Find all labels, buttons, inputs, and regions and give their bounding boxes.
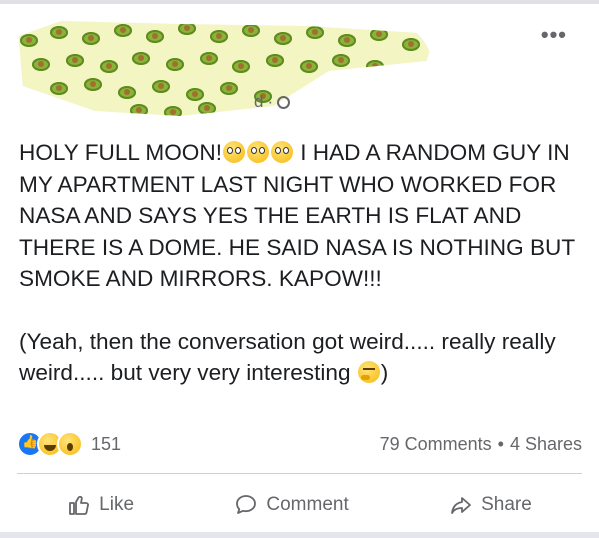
thumbs-up-icon bbox=[69, 495, 90, 515]
post-paragraph-1: HOLY FULL MOON! I HAD A RANDOM GUY IN MY… bbox=[19, 137, 579, 295]
more-options-button[interactable]: ••• bbox=[541, 22, 567, 48]
redacted-name-scribble bbox=[18, 21, 435, 116]
flushed-face-emoji-icon bbox=[222, 141, 245, 163]
like-label: Like bbox=[99, 494, 135, 515]
post-text-start: HOLY FULL MOON! bbox=[19, 140, 222, 165]
post-text-close: ) bbox=[380, 360, 389, 385]
post-timestamp[interactable]: d · bbox=[254, 92, 291, 112]
wow-reaction-icon bbox=[57, 431, 83, 457]
share-arrow-icon bbox=[451, 497, 472, 514]
post-paragraph-2: (Yeah, then the conversation got weird..… bbox=[19, 326, 579, 389]
post-header: d · ••• bbox=[0, 4, 599, 116]
post-stats: 151 79 Comments • 4 Shares bbox=[17, 429, 582, 459]
share-label: Share bbox=[481, 494, 532, 515]
reactions-summary[interactable]: 151 bbox=[17, 431, 121, 457]
like-button[interactable]: Like bbox=[57, 487, 144, 523]
comments-count-link[interactable]: 79 Comments bbox=[380, 434, 492, 455]
flushed-face-emoji-icon bbox=[246, 141, 269, 163]
comment-button[interactable]: Comment bbox=[224, 487, 358, 523]
comment-bubble-icon bbox=[236, 495, 257, 514]
counts-separator: • bbox=[497, 433, 504, 454]
post-actions-bar: Like Comment Share bbox=[17, 484, 582, 526]
thinking-face-emoji-icon bbox=[357, 361, 380, 383]
actions-divider bbox=[17, 473, 582, 474]
share-button[interactable]: Share bbox=[439, 487, 542, 523]
timestamp-text: d bbox=[254, 92, 264, 111]
comment-label: Comment bbox=[266, 494, 349, 515]
reaction-count: 151 bbox=[91, 433, 122, 454]
flushed-face-emoji-icon bbox=[270, 141, 293, 163]
post-text-paren: (Yeah, then the conversation got weird..… bbox=[19, 328, 556, 386]
post-body: HOLY FULL MOON! I HAD A RANDOM GUY IN MY… bbox=[19, 137, 579, 389]
meta-separator: · bbox=[267, 92, 274, 111]
globe-icon bbox=[277, 95, 291, 109]
shares-count-link[interactable]: 4 Shares bbox=[510, 434, 582, 455]
bottom-separator bbox=[0, 532, 599, 538]
engagement-counts: 79 Comments • 4 Shares bbox=[380, 434, 582, 455]
